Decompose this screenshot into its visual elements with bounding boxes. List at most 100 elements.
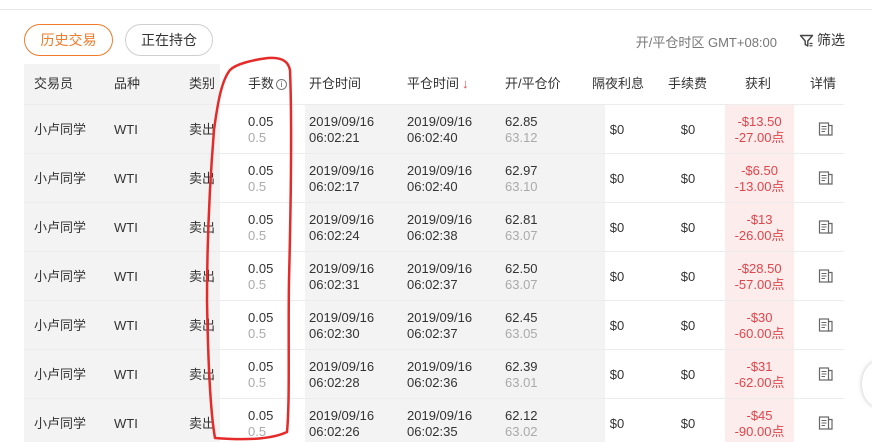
profit-points: -13.00点 — [734, 179, 785, 194]
profit-points: -57.00点 — [734, 277, 785, 292]
profit-cell: -$28.50 -57.00点 — [725, 261, 794, 293]
profit-amount: -$30 — [746, 310, 773, 325]
col-detail: 详情 — [810, 76, 837, 91]
table-row[interactable]: 小卢同学 WTI 卖出 0.05 0.5 2019/09/16 06:02:21 2019/0… — [24, 104, 844, 153]
detail-document-icon[interactable] — [818, 317, 834, 333]
col-open-time[interactable]: 开仓时间 — [309, 64, 361, 104]
price-cell: 62.85 63.12 — [505, 114, 538, 146]
profit-cell: -$45 -90.00点 — [725, 408, 794, 440]
open-date: 2019/09/16 — [309, 310, 375, 325]
table-row[interactable]: 小卢同学 WTI 卖出 0.05 0.5 2019/09/16 06:02:31 2019/0… — [24, 251, 844, 300]
profit-points: -62.00点 — [734, 375, 785, 390]
close-price: 63.07 — [505, 228, 538, 243]
col-close-time[interactable]: 平仓时间 ↓ — [407, 64, 469, 104]
table-row[interactable]: 小卢同学 WTI 卖出 0.05 0.5 2019/09/16 06:02:17 2019/0… — [24, 153, 844, 202]
trader-cell: 小卢同学 — [34, 269, 87, 284]
commission-cell: $0 — [680, 220, 696, 235]
close-price: 63.10 — [505, 179, 538, 194]
close-price: 63.02 — [505, 424, 538, 439]
col-profit[interactable]: 获利 — [745, 64, 771, 104]
close-clock: 06:02:37 — [407, 277, 458, 292]
profit-cell: -$6.50 -13.00点 — [725, 163, 794, 195]
trader-cell: 小卢同学 — [34, 416, 87, 431]
table-row[interactable]: 小卢同学 WTI 卖出 0.05 0.5 2019/09/16 06:02:30 2019/0… — [24, 300, 844, 349]
open-price: 62.81 — [505, 212, 538, 227]
lots-value: 0.05 — [248, 261, 274, 276]
detail-document-icon[interactable] — [818, 219, 834, 235]
type-cell: 卖出 — [189, 171, 216, 186]
col-lots[interactable]: 手数 i — [248, 64, 288, 104]
detail-document-icon[interactable] — [818, 121, 834, 137]
price-cell: 62.12 63.02 — [505, 408, 538, 440]
open-clock: 06:02:21 — [309, 130, 360, 145]
floating-bubble[interactable] — [862, 362, 872, 406]
col-type[interactable]: 类别 — [189, 64, 215, 104]
table-row[interactable]: 小卢同学 WTI 卖出 0.05 0.5 2019/09/16 06:02:24 2019/0… — [24, 202, 844, 251]
lots-sub-value: 0.5 — [248, 326, 267, 341]
profit-amount: -$31 — [746, 359, 773, 374]
swap-cell: $0 — [609, 318, 625, 333]
lots-value: 0.05 — [248, 163, 274, 178]
sort-down-arrow-icon[interactable]: ↓ — [462, 76, 469, 91]
lots-value: 0.05 — [248, 212, 274, 227]
profit-points: -26.00点 — [734, 228, 785, 243]
detail-document-icon[interactable] — [818, 268, 834, 284]
type-cell: 卖出 — [189, 367, 216, 382]
swap-cell: $0 — [609, 269, 625, 284]
col-commission[interactable]: 手续费 — [668, 64, 707, 104]
open-price: 62.45 — [505, 310, 538, 325]
tab-open-positions[interactable]: 正在持仓 — [125, 24, 213, 56]
open-date: 2019/09/16 — [309, 408, 375, 423]
detail-document-icon[interactable] — [818, 170, 834, 186]
type-cell: 卖出 — [189, 122, 216, 137]
col-open-close-price[interactable]: 开/平仓价 — [505, 64, 561, 104]
table-row[interactable]: 小卢同学 WTI 卖出 0.05 0.5 2019/09/16 06:02:26 2019/0… — [24, 398, 844, 442]
close-date: 2019/09/16 — [407, 310, 473, 325]
col-trader[interactable]: 交易员 — [34, 64, 73, 104]
lots-cell: 0.05 0.5 — [248, 261, 273, 293]
swap-cell: $0 — [609, 122, 625, 137]
open-time-cell: 2019/09/16 06:02:31 — [309, 261, 374, 293]
profit-amount: -$6.50 — [741, 163, 778, 178]
symbol-cell: WTI — [114, 416, 138, 431]
filter-icon — [799, 33, 814, 48]
col-symbol[interactable]: 品种 — [114, 64, 140, 104]
open-clock: 06:02:24 — [309, 228, 360, 243]
filter-button[interactable]: 筛选 — [799, 30, 845, 50]
lots-value: 0.05 — [248, 359, 274, 374]
profit-cell: -$13 -26.00点 — [725, 212, 794, 244]
close-clock: 06:02:40 — [407, 179, 458, 194]
commission-cell: $0 — [680, 269, 696, 284]
open-date: 2019/09/16 — [309, 359, 375, 374]
swap-cell: $0 — [609, 416, 625, 431]
info-icon[interactable]: i — [276, 79, 288, 90]
timezone-label: 开/平仓时区 GMT+08:00 — [635, 35, 777, 50]
detail-document-icon[interactable] — [818, 366, 834, 382]
open-time-cell: 2019/09/16 06:02:26 — [309, 408, 374, 440]
symbol-cell: WTI — [114, 122, 138, 137]
close-price: 63.05 — [505, 326, 538, 341]
trader-cell: 小卢同学 — [34, 220, 87, 235]
profit-amount: -$28.50 — [737, 261, 782, 276]
lots-cell: 0.05 0.5 — [248, 359, 273, 391]
lots-cell: 0.05 0.5 — [248, 408, 273, 440]
open-time-cell: 2019/09/16 06:02:17 — [309, 163, 374, 195]
close-price: 63.07 — [505, 277, 538, 292]
close-date: 2019/09/16 — [407, 359, 473, 374]
open-clock: 06:02:17 — [309, 179, 360, 194]
open-clock: 06:02:30 — [309, 326, 360, 341]
tab-history-trades[interactable]: 历史交易 — [24, 24, 113, 56]
type-cell: 卖出 — [189, 220, 216, 235]
lots-sub-value: 0.5 — [248, 179, 267, 194]
lots-sub-value: 0.5 — [248, 228, 267, 243]
table-row[interactable]: 小卢同学 WTI 卖出 0.05 0.5 2019/09/16 06:02:28 2019/0… — [24, 349, 844, 398]
profit-points: -90.00点 — [734, 424, 785, 439]
close-price: 63.01 — [505, 375, 538, 390]
trader-cell: 小卢同学 — [34, 171, 87, 186]
detail-document-icon[interactable] — [818, 415, 834, 431]
price-cell: 62.39 63.01 — [505, 359, 538, 391]
price-cell: 62.50 63.07 — [505, 261, 538, 293]
col-swap[interactable]: 隔夜利息 — [592, 64, 644, 104]
open-price: 62.50 — [505, 261, 538, 276]
commission-cell: $0 — [680, 171, 696, 186]
